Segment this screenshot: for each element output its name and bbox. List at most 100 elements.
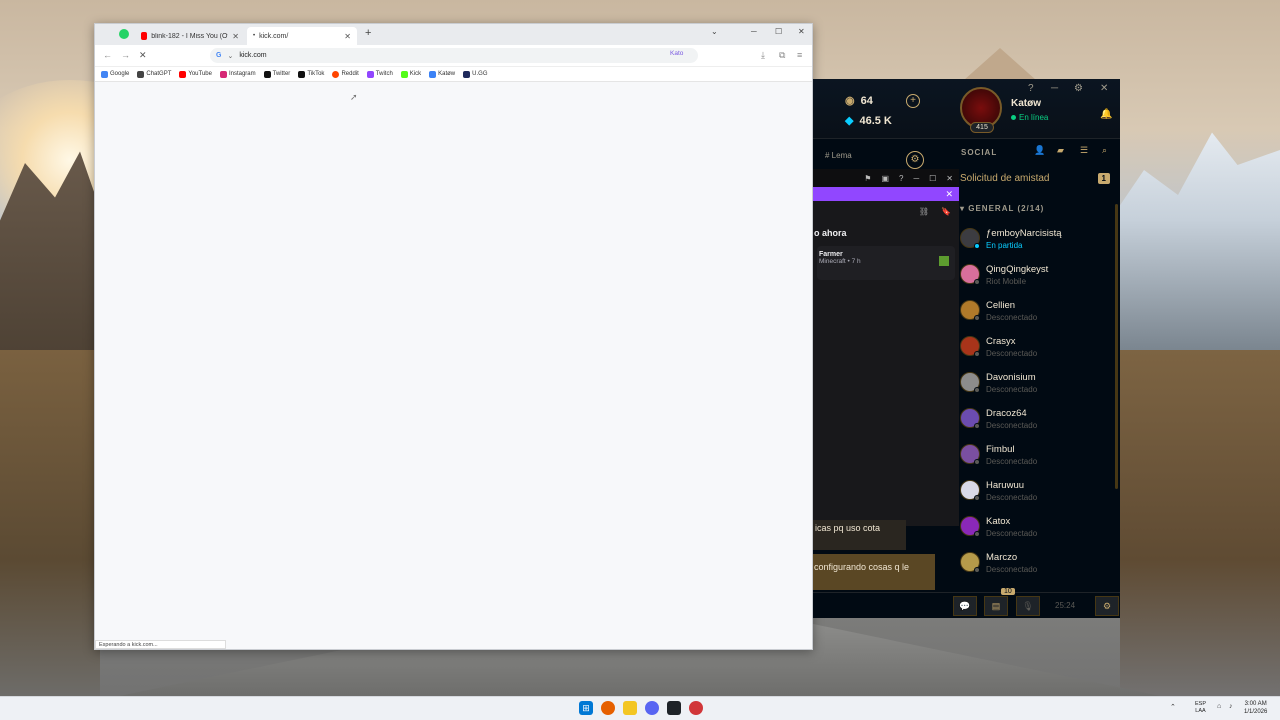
settings-button[interactable]: ⚙: [1095, 596, 1119, 616]
help-icon[interactable]: ?: [1028, 83, 1034, 94]
friend-status: En partida: [986, 241, 1023, 250]
tab-kick[interactable]: • kick.com/ ✕: [247, 27, 357, 45]
friend-name: ƒemboyNarcisistą: [986, 228, 1062, 239]
add-friend-icon[interactable]: ⛓: [919, 207, 929, 223]
maximize-button[interactable]: ☐: [929, 174, 936, 183]
back-icon[interactable]: ←: [103, 50, 112, 60]
whatsapp-icon[interactable]: [119, 29, 129, 39]
chevron-up-icon[interactable]: ⌃: [1170, 703, 1176, 711]
close-window-button[interactable]: ✕: [798, 27, 805, 36]
inbox-icon[interactable]: ▣: [881, 174, 889, 183]
chat-button[interactable]: 💬: [953, 596, 977, 616]
forward-icon[interactable]: →: [121, 50, 130, 60]
bookmark-katow[interactable]: Katøw: [429, 70, 456, 78]
notifications-icon[interactable]: 🔔: [1100, 109, 1112, 120]
league-icon[interactable]: [667, 701, 681, 715]
bookmark-google[interactable]: Google: [101, 70, 129, 78]
online-status[interactable]: En línea: [1011, 113, 1048, 122]
add-folder-icon[interactable]: ▰: [1057, 145, 1064, 156]
riot-client-icon[interactable]: [689, 701, 703, 715]
buy-rp-button[interactable]: +: [906, 94, 920, 108]
stop-loading-icon[interactable]: ✕: [139, 50, 147, 61]
clock[interactable]: 3:00 AM 1/1/2026: [1244, 700, 1267, 716]
network-icon[interactable]: ⌂: [1217, 703, 1221, 710]
promo-banner: ✕: [813, 187, 959, 201]
bookmark-twitter[interactable]: Twitter: [263, 70, 290, 78]
minecraft-icon: [939, 256, 949, 266]
file-explorer-icon[interactable]: [623, 701, 637, 715]
close-icon[interactable]: ✕: [945, 189, 953, 199]
friend-list-item[interactable]: Fimbul Desconectado: [958, 441, 1113, 477]
maximize-button[interactable]: ☐: [775, 27, 782, 36]
flag-icon[interactable]: ⚑: [864, 174, 871, 183]
blue-essence-icon: ◆: [845, 115, 854, 127]
friend-list-item[interactable]: Katox Desconectado: [958, 513, 1113, 549]
bookmark-label: Katøw: [438, 71, 456, 77]
bookmark-icon[interactable]: 🔖: [941, 207, 951, 223]
instagram-icon: [219, 70, 227, 78]
bookmark-youtube[interactable]: YouTube: [179, 70, 212, 78]
friend-status: Desconectado: [986, 529, 1038, 538]
start-icon[interactable]: ⊞: [579, 701, 593, 715]
gear-icon[interactable]: ⚙: [906, 151, 924, 169]
extensions-icon[interactable]: ⧉: [779, 50, 785, 61]
profile-label[interactable]: Kato: [670, 50, 683, 57]
minimize-button[interactable]: ─: [751, 27, 757, 36]
scrollbar[interactable]: [1115, 204, 1118, 489]
bookmark-label: Kick: [409, 71, 422, 77]
tab-search-icon[interactable]: ⌄: [711, 27, 718, 36]
status-dot-icon: [974, 495, 980, 501]
download-icon[interactable]: ⤓: [761, 50, 765, 61]
bookmark-chatgpt[interactable]: ChatGPT: [137, 70, 171, 78]
missions-button[interactable]: ▤: [984, 596, 1008, 616]
group-label: GENERAL (2/14): [968, 204, 1045, 213]
notification-badge: 10: [1001, 588, 1015, 595]
menu-icon[interactable]: ≡: [797, 50, 802, 60]
settings-icon[interactable]: ⚙: [1074, 83, 1083, 94]
discord-icon[interactable]: [645, 701, 659, 715]
friend-name: Crasyx: [986, 336, 1016, 347]
address-bar[interactable]: G ⌄ kick.com: [210, 48, 698, 63]
close-tab-icon[interactable]: ✕: [344, 32, 351, 41]
list-icon[interactable]: ☰: [1080, 145, 1088, 156]
bookmark-reddit[interactable]: Reddit: [332, 70, 359, 78]
bookmark-ugg[interactable]: U.GG: [463, 70, 488, 78]
help-icon[interactable]: ?: [899, 174, 903, 183]
friend-list-item[interactable]: Marczo Desconectado: [958, 549, 1113, 585]
bookmark-tiktok[interactable]: TikTok: [298, 70, 324, 78]
friend-list-item[interactable]: ƒemboyNarcisistą En partida: [958, 225, 1113, 261]
friend-request-row[interactable]: Solicitud de amistad 1: [960, 173, 1110, 184]
bookmark-kick[interactable]: Kick: [400, 70, 422, 78]
bookmark-twitch[interactable]: Twitch: [366, 70, 393, 78]
close-window-button[interactable]: ✕: [1100, 83, 1108, 94]
lema-tab[interactable]: # Lema: [825, 151, 852, 160]
group-header[interactable]: ▾ GENERAL (2/14): [960, 204, 1044, 213]
add-friend-icon[interactable]: 👤: [1034, 145, 1045, 156]
voice-button[interactable]: 🎙: [1016, 596, 1040, 616]
friend-list-item[interactable]: Dracoz64 Desconectado: [958, 405, 1113, 441]
close-tab-icon[interactable]: ✕: [232, 32, 239, 41]
status-dot-icon: [974, 567, 980, 573]
friend-list-item[interactable]: Cellien Desconectado: [958, 297, 1113, 333]
be-balance[interactable]: ◆ 46.5 K: [845, 114, 892, 128]
volume-icon[interactable]: ♪: [1229, 703, 1233, 710]
minimize-button[interactable]: ─: [1051, 83, 1058, 94]
firefox-icon[interactable]: [601, 701, 615, 715]
live-channel-card[interactable]: Farmer Minecraft • 7 h: [817, 246, 955, 280]
new-tab-button[interactable]: +: [365, 27, 371, 39]
tab-youtube[interactable]: blink-182 - I Miss You (Official V ✕: [135, 27, 245, 45]
rp-balance[interactable]: ◉ 64: [845, 94, 873, 108]
friend-list-item[interactable]: Crasyx Desconectado: [958, 333, 1113, 369]
tiktok-icon: [298, 70, 306, 78]
friend-list-item[interactable]: QingQingkeyst Riot Mobile: [958, 261, 1113, 297]
close-window-button[interactable]: ✕: [946, 174, 953, 183]
bookmark-instagram[interactable]: Instagram: [219, 70, 256, 78]
username[interactable]: Katøw: [1011, 98, 1041, 109]
language-indicator[interactable]: ESP LAA: [1195, 701, 1206, 715]
friend-list-item[interactable]: Davonisium Desconectado: [958, 369, 1113, 405]
friend-list-item[interactable]: Haruwuu Desconectado: [958, 477, 1113, 513]
status-dot-icon: [974, 459, 980, 465]
wallpaper-field-left: [0, 350, 100, 700]
search-icon[interactable]: ⌕: [1102, 145, 1107, 156]
minimize-button[interactable]: ─: [913, 174, 919, 183]
